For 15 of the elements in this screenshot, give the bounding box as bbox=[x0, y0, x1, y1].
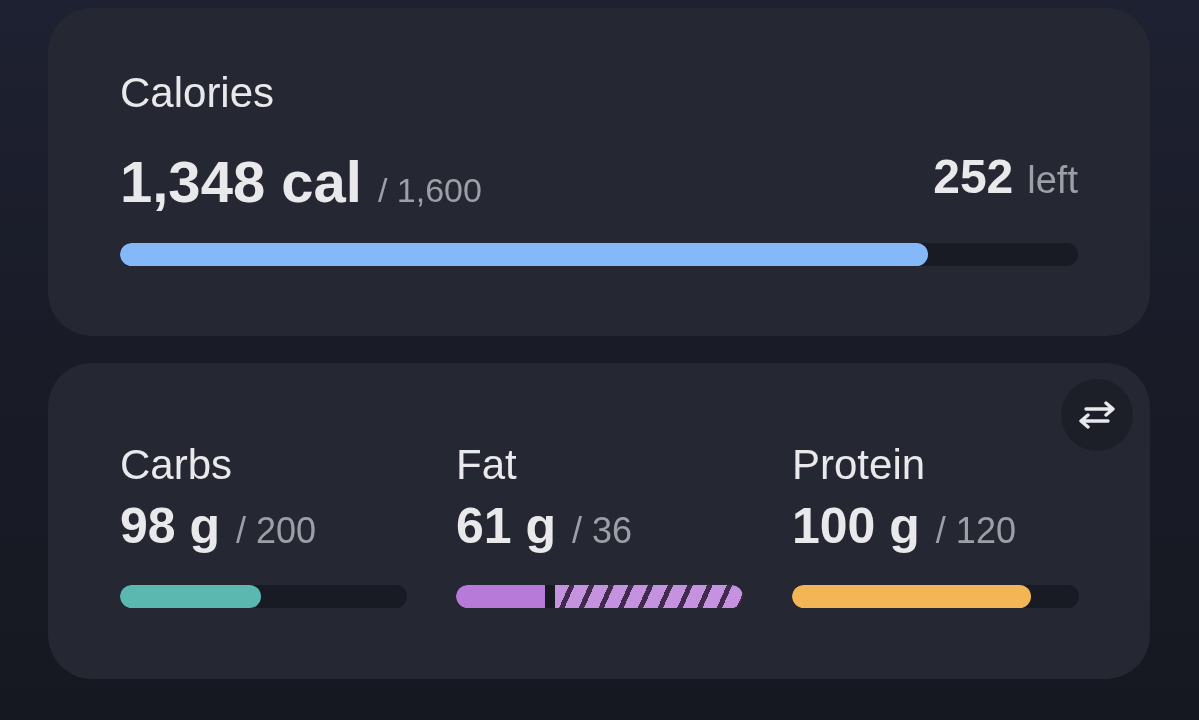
macro-label: Carbs bbox=[120, 440, 234, 490]
macro-label: Fat bbox=[456, 440, 518, 490]
calories-goal: / 1,600 bbox=[377, 173, 482, 207]
macro-goal: / 120 bbox=[935, 513, 1016, 549]
macro-goal: / 200 bbox=[236, 513, 317, 549]
macro-amount: 61 g bbox=[456, 501, 557, 551]
macro-goal: / 36 bbox=[572, 513, 633, 549]
calories-title: Calories bbox=[120, 68, 276, 118]
swap-arrows-icon bbox=[1077, 401, 1117, 429]
calories-remaining: 252 bbox=[933, 153, 1014, 201]
calories-consumed: 1,348 cal bbox=[120, 153, 362, 211]
macro-amount: 100 g bbox=[792, 501, 920, 551]
macro-label: Protein bbox=[792, 440, 927, 490]
remaining-label: left bbox=[1027, 161, 1078, 199]
macro-amount: 98 g bbox=[120, 501, 221, 551]
